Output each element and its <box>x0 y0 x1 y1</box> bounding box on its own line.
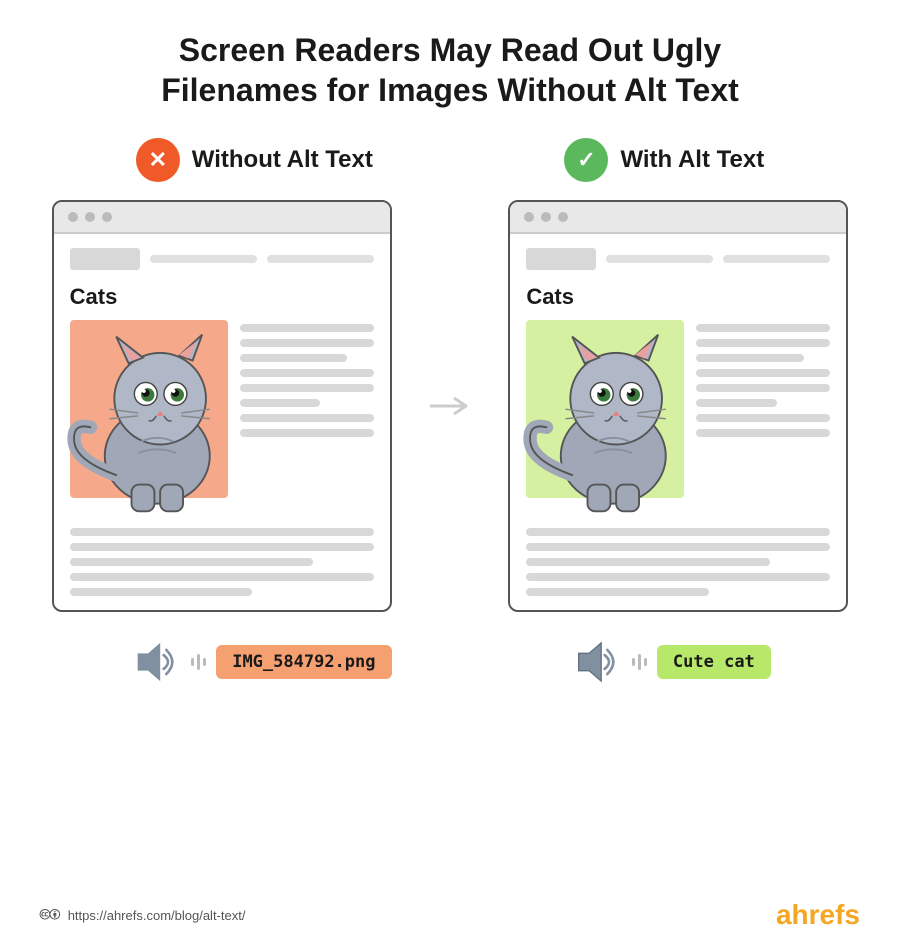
nav-placeholder-left <box>70 248 374 270</box>
rline1 <box>696 324 830 332</box>
bottom-lines-left <box>70 528 374 596</box>
line2 <box>240 339 374 347</box>
bad-filename-badge: IMG_584792.png <box>216 645 391 679</box>
with-alt-label-group: ✓ With Alt Text <box>564 138 764 182</box>
rline3 <box>696 354 803 362</box>
rwave3 <box>644 658 647 666</box>
right-content-area <box>526 320 830 498</box>
wave3 <box>203 658 206 666</box>
good-filename-badge: Cute cat <box>657 645 771 679</box>
bottom-lines-right <box>526 528 830 596</box>
dot1 <box>68 212 78 222</box>
nav-line-left <box>150 255 257 263</box>
dot5 <box>541 212 551 222</box>
nav-line-left2 <box>267 255 374 263</box>
wave1 <box>191 658 194 666</box>
dot2 <box>85 212 95 222</box>
wave2 <box>197 654 200 670</box>
bl5 <box>70 588 252 596</box>
footer-left: 🅭🅯 https://ahrefs.com/blog/alt-text/ <box>40 905 245 925</box>
browser-bar-right <box>510 202 846 234</box>
sound-waves-left <box>191 654 206 670</box>
cat-image-good <box>526 320 684 498</box>
arrow-container <box>425 394 475 418</box>
rbl5 <box>526 588 708 596</box>
cat-illustration-left <box>55 308 250 518</box>
line5 <box>240 384 374 392</box>
dot3 <box>102 212 112 222</box>
left-page-heading: Cats <box>70 284 374 310</box>
rline2 <box>696 339 830 347</box>
line4 <box>240 369 374 377</box>
arrow-icon <box>428 394 472 418</box>
line7 <box>240 414 374 422</box>
rbl1 <box>526 528 830 536</box>
rline7 <box>696 414 830 422</box>
rbl2 <box>526 543 830 551</box>
bl3 <box>70 558 313 566</box>
audio-item-right: Cute cat <box>570 636 771 688</box>
dot4 <box>524 212 534 222</box>
bad-icon: ✕ <box>136 138 180 182</box>
speaker-icon-left <box>129 636 181 688</box>
right-page-heading: Cats <box>526 284 830 310</box>
without-alt-label-group: ✕ Without Alt Text <box>136 138 373 182</box>
browser-with-alt: Cats <box>508 200 848 612</box>
rwave2 <box>638 654 641 670</box>
dot6 <box>558 212 568 222</box>
footer: 🅭🅯 https://ahrefs.com/blog/alt-text/ ahr… <box>40 889 860 931</box>
left-content-area <box>70 320 374 498</box>
nav-line-right <box>606 255 713 263</box>
browser-content-left: Cats <box>54 234 390 610</box>
rwave1 <box>632 658 635 666</box>
line1 <box>240 324 374 332</box>
browser-content-right: Cats <box>510 234 846 610</box>
with-alt-label: With Alt Text <box>620 146 764 174</box>
browsers-row: Cats <box>40 200 860 612</box>
cat-illustration-right <box>511 308 706 518</box>
bl2 <box>70 543 374 551</box>
sound-waves-right <box>632 654 647 670</box>
nav-placeholder-right <box>526 248 830 270</box>
nav-box-right <box>526 248 596 270</box>
browser-without-alt: Cats <box>52 200 392 612</box>
ahrefs-logo: ahrefs <box>776 899 860 931</box>
nav-box-left <box>70 248 140 270</box>
without-alt-label: Without Alt Text <box>192 146 373 174</box>
footer-link[interactable]: https://ahrefs.com/blog/alt-text/ <box>68 908 246 923</box>
line8 <box>240 429 374 437</box>
bl4 <box>70 573 374 581</box>
line3 <box>240 354 347 362</box>
audio-row: IMG_584792.png Cute cat <box>40 636 860 688</box>
bl1 <box>70 528 374 536</box>
good-icon: ✓ <box>564 138 608 182</box>
line6 <box>240 399 320 407</box>
cc-icon: 🅭🅯 <box>40 905 60 925</box>
rline5 <box>696 384 830 392</box>
rbl3 <box>526 558 769 566</box>
cat-image-bad <box>70 320 228 498</box>
nav-line-right2 <box>723 255 830 263</box>
speaker-icon-right <box>570 636 622 688</box>
browser-bar-left <box>54 202 390 234</box>
right-text-lines <box>696 320 830 437</box>
page-title: Screen Readers May Read Out Ugly Filenam… <box>110 30 790 110</box>
main-container: Screen Readers May Read Out Ugly Filenam… <box>0 0 900 951</box>
rline8 <box>696 429 830 437</box>
rline4 <box>696 369 830 377</box>
labels-row: ✕ Without Alt Text ✓ With Alt Text <box>40 138 860 182</box>
rline6 <box>696 399 776 407</box>
audio-item-left: IMG_584792.png <box>129 636 391 688</box>
rbl4 <box>526 573 830 581</box>
left-text-lines <box>240 320 374 437</box>
